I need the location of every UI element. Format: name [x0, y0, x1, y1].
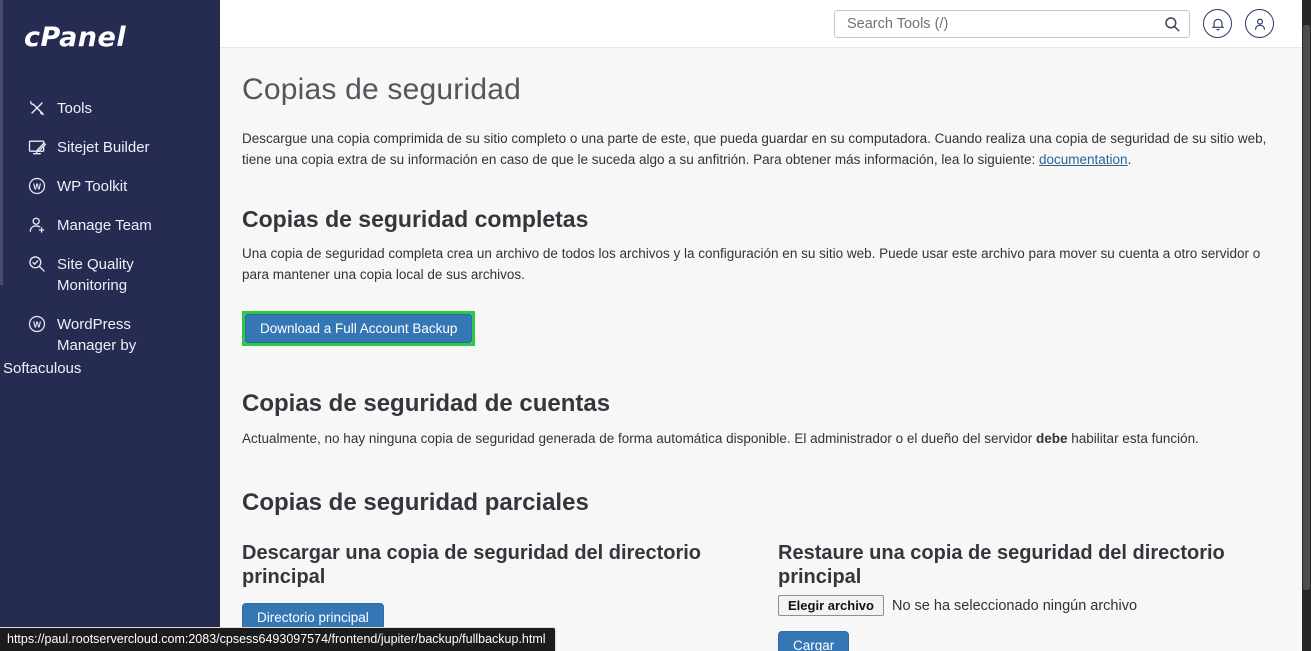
cpanel-logo[interactable]: cPanel [0, 0, 220, 53]
sidebar: cPanel Tools Sitejet Builder [0, 0, 220, 651]
sidebar-item-label: Sitejet Builder [57, 137, 150, 158]
documentation-link[interactable]: documentation [1039, 152, 1128, 167]
sidebar-item-manage-team[interactable]: Manage Team [0, 206, 220, 245]
account-backups-text: Actualmente, no hay ninguna copia de seg… [242, 428, 1288, 449]
sidebar-item-label: WordPress Manager by [57, 314, 182, 356]
bell-icon [1210, 16, 1226, 32]
sidebar-item-label: Manage Team [57, 215, 152, 236]
sidebar-item-sitejet-builder[interactable]: Sitejet Builder [0, 128, 220, 167]
sidebar-scrollbar[interactable] [0, 0, 3, 285]
account-backups-bold: debe [1036, 431, 1068, 446]
notifications-button[interactable] [1203, 9, 1232, 38]
full-backups-heading: Copias de seguridad completas [242, 206, 1288, 233]
account-backups-text-start: Actualmente, no hay ninguna copia de seg… [242, 431, 1036, 446]
magnifier-check-icon [27, 254, 47, 274]
tools-icon [27, 98, 47, 118]
search-box [834, 10, 1190, 38]
download-home-heading: Descargar una copia de seguridad del dir… [242, 541, 762, 589]
download-full-backup-button[interactable]: Download a Full Account Backup [245, 314, 472, 343]
highlight-overlay: Download a Full Account Backup [242, 311, 475, 346]
sidebar-item-tools[interactable]: Tools [0, 89, 220, 128]
wordpress-icon: W [27, 176, 47, 196]
sidebar-item-label: WP Toolkit [57, 176, 127, 197]
search-input[interactable] [834, 10, 1190, 38]
file-input-row: Elegir archivo No se ha seleccionado nin… [778, 595, 1288, 616]
page-title: Copias de seguridad [242, 73, 1288, 107]
no-file-selected-text: No se ha seleccionado ningún archivo [892, 598, 1137, 614]
main-content: Copias de seguridad Descargue una copia … [220, 48, 1302, 651]
upload-button[interactable]: Cargar [778, 631, 849, 651]
user-icon [1252, 16, 1268, 32]
svg-text:W: W [33, 181, 41, 191]
person-plus-icon [27, 215, 47, 235]
sidebar-item-wordpress-manager[interactable]: W WordPress Manager by [0, 305, 220, 365]
monitor-pen-icon [27, 137, 47, 157]
intro-text-end: . [1128, 152, 1132, 167]
full-backups-description: Una copia de seguridad completa crea un … [242, 243, 1288, 285]
account-backups-text-end: habilitar esta función. [1068, 431, 1199, 446]
vertical-scrollbar[interactable] [1302, 0, 1311, 651]
sidebar-item-label-overflow[interactable]: Softaculous [0, 358, 220, 388]
link-status-bar: https://paul.rootservercloud.com:2083/cp… [0, 627, 556, 651]
restore-home-directory-section: Restaure una copia de seguridad del dire… [778, 541, 1288, 651]
restore-home-heading: Restaure una copia de seguridad del dire… [778, 541, 1288, 589]
sidebar-item-wp-toolkit[interactable]: W WP Toolkit [0, 167, 220, 206]
top-header [220, 0, 1302, 48]
sidebar-nav: Tools Sitejet Builder W WP Toolkit [0, 89, 220, 388]
user-menu-button[interactable] [1245, 9, 1274, 38]
choose-file-button[interactable]: Elegir archivo [778, 595, 884, 616]
search-icon[interactable] [1163, 15, 1181, 33]
sidebar-item-label: Site Quality Monitoring [57, 254, 182, 296]
sidebar-item-site-quality-monitoring[interactable]: Site Quality Monitoring [0, 245, 220, 305]
scrollbar-thumb[interactable] [1303, 25, 1310, 590]
intro-paragraph: Descargue una copia comprimida de su sit… [242, 128, 1288, 170]
partial-backups-heading: Copias de seguridad parciales [242, 489, 1288, 517]
account-backups-heading: Copias de seguridad de cuentas [242, 390, 1288, 418]
wordpress-icon: W [27, 314, 47, 334]
svg-text:W: W [33, 319, 41, 329]
sidebar-item-label: Tools [57, 98, 92, 119]
